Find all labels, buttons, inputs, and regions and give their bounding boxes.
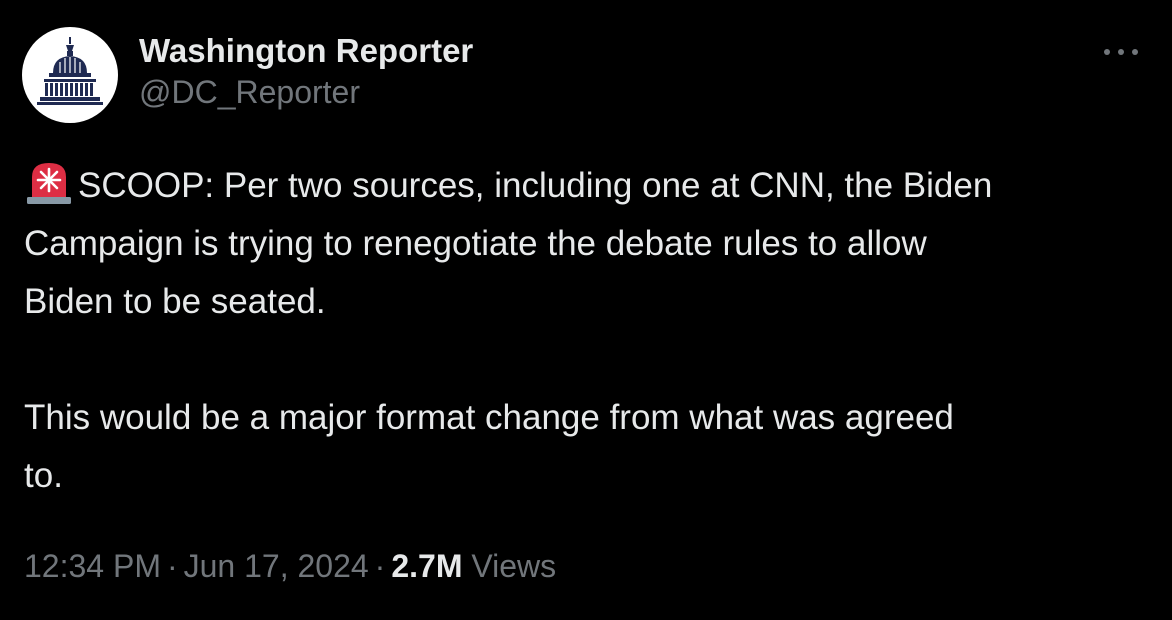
separator: · [166,548,178,584]
tweet-line: to. [24,456,63,495]
tweet-line-text: SCOOP: Per two sources, including one at… [78,166,993,205]
author-avatar[interactable] [22,27,118,123]
views-count: 2.7M [391,548,463,584]
tweet-text: SCOOP: Per two sources, including one at… [24,157,1154,505]
tweet-card: Washington Reporter @DC_Reporter SCOOP: … [0,0,1172,620]
tweet-line: SCOOP: Per two sources, including one at… [24,157,1154,215]
more-options-icon [1118,49,1124,55]
tweet-metadata: 12:34 PM · Jun 17, 2024 · 2.7M Views [24,542,556,590]
separator: · [374,548,386,584]
more-options-icon [1132,49,1138,55]
tweet-date[interactable]: Jun 17, 2024 [184,548,369,584]
tweet-time[interactable]: 12:34 PM [24,548,161,584]
capitol-dome-icon [37,37,103,105]
views-label: Views [471,548,557,584]
tweet-paragraph-1: SCOOP: Per two sources, including one at… [24,157,1154,331]
tweet-line: Biden to be seated. [24,282,326,321]
more-options-icon [1104,49,1110,55]
author-handle[interactable]: @DC_Reporter [139,72,473,112]
more-options-button[interactable] [1093,36,1149,68]
tweet-line: Campaign is trying to renegotiate the de… [24,224,927,263]
author-info: Washington Reporter @DC_Reporter [139,30,473,112]
tweet-paragraph-2: This would be a major format change from… [24,389,1154,505]
author-display-name[interactable]: Washington Reporter [139,30,473,72]
tweet-line: This would be a major format change from… [24,398,954,437]
police-siren-emoji-icon [24,157,74,207]
